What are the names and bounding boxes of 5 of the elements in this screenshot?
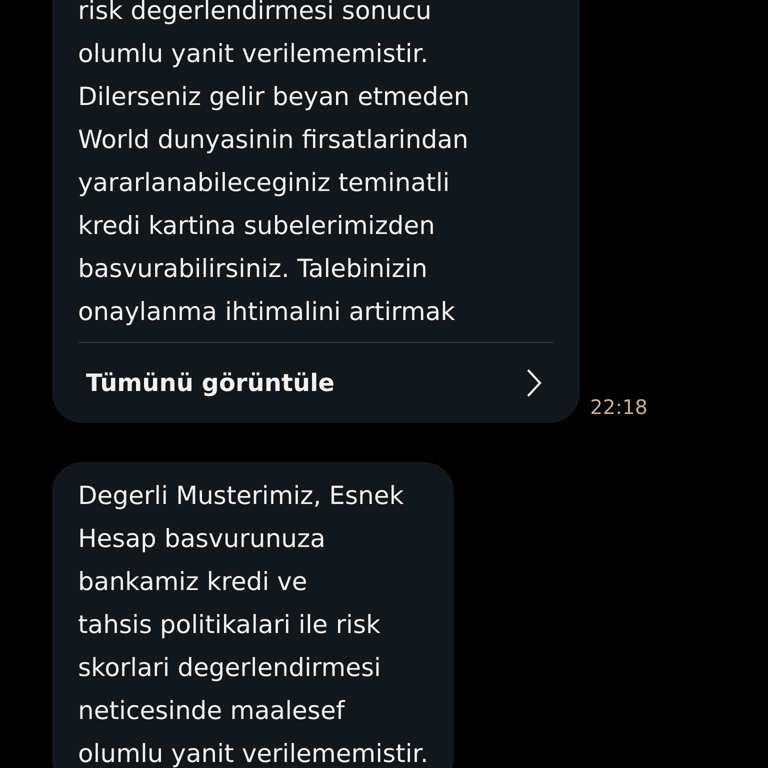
chevron-right-icon — [526, 368, 542, 398]
view-all-button[interactable]: Tümünü görüntüle — [78, 343, 554, 423]
message-text: Degerli Musterimiz, Esnek Hesap basvurunuza bankamiz kredi ve tahsis politikalari ile risk skorlari degerlendirmesi neticesinde maalesef olumlu yanit verilememistir. — [78, 480, 428, 768]
message-text: risk degerlendirmesi sonucu olumlu yanit verilememistir. Dilerseniz gelir beyan etmeden World dunyasinin firsatlarindan yararlanabileceginiz teminatli kredi kartina subelerimizden basvurabilirsiniz. Talebinizin onaylanma ihtimalini artirmak — [78, 0, 471, 328]
message-time: 22:18 — [590, 395, 648, 419]
